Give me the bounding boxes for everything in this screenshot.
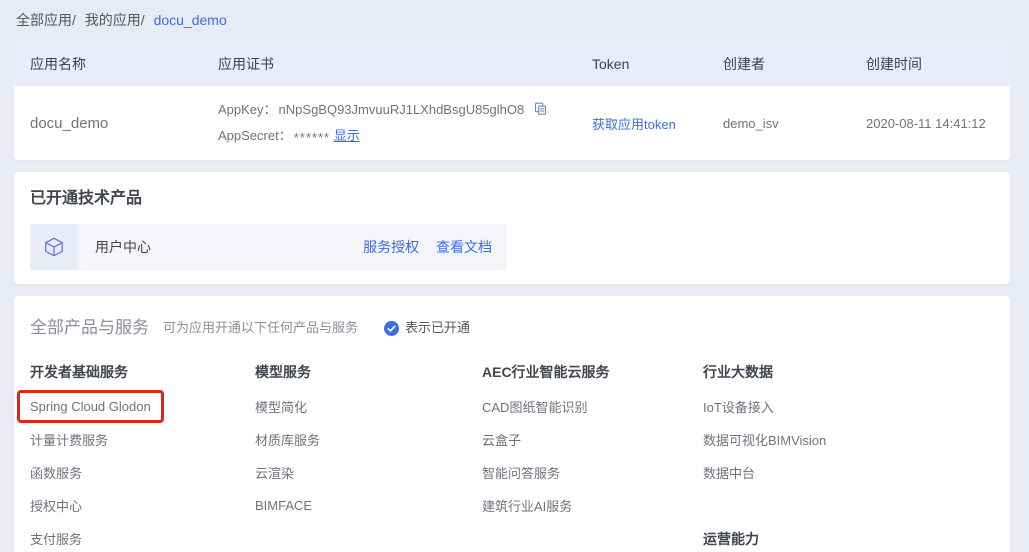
column-spacer bbox=[703, 489, 994, 522]
product-item-cloud-box[interactable]: 云盒子 bbox=[482, 423, 703, 456]
col-header-created-time: 创建时间 bbox=[866, 54, 994, 74]
product-item-model-simplify[interactable]: 模型简化 bbox=[255, 390, 482, 423]
copy-icon[interactable] bbox=[533, 100, 548, 124]
col-header-app-cert: 应用证书 bbox=[218, 54, 592, 74]
breadcrumb-my-apps[interactable]: 我的应用 bbox=[85, 12, 141, 28]
product-item-spring-cloud-glodon[interactable]: Spring Cloud Glodon bbox=[30, 390, 255, 423]
breadcrumb-all-apps[interactable]: 全部应用 bbox=[16, 12, 72, 28]
column-header-model-services: 模型服务 bbox=[255, 362, 482, 382]
product-item-bimface[interactable]: BIMFACE bbox=[255, 489, 482, 522]
product-item-cloud-render[interactable]: 云渲染 bbox=[255, 456, 482, 489]
col-header-creator: 创建者 bbox=[723, 54, 866, 74]
all-products-title: 全部产品与服务 bbox=[30, 316, 149, 340]
view-docs-link[interactable]: 查看文档 bbox=[436, 239, 492, 255]
appkey-label: AppKey： bbox=[218, 102, 277, 117]
table-header-row: 应用名称 应用证书 Token 创建者 创建时间 bbox=[14, 42, 1010, 86]
all-products-title-row: 全部产品与服务 可为应用开通以下任何产品与服务 表示已开通 bbox=[30, 316, 994, 340]
check-circle-icon bbox=[384, 321, 399, 336]
breadcrumb-separator: / bbox=[72, 12, 76, 28]
product-item-auth-center[interactable]: 授权中心 bbox=[30, 489, 255, 522]
product-column-industry-bigdata: 行业大数据 IoT设备接入 数据可视化BIMVision 数据中台 运营能力 bbox=[703, 362, 994, 552]
appsecret-label: AppSecret： bbox=[218, 128, 292, 143]
column-header-aec-cloud: AEC行业智能云服务 bbox=[482, 362, 703, 382]
breadcrumb: 全部应用/ 我的应用/ docu_demo bbox=[14, 10, 1010, 30]
activated-legend-label: 表示已开通 bbox=[405, 316, 470, 340]
appsecret-value: ****** bbox=[294, 130, 330, 145]
breadcrumb-separator: / bbox=[141, 12, 145, 28]
appsecret-line: AppSecret：****** 显示 bbox=[218, 124, 592, 148]
col-header-app-name: 应用名称 bbox=[30, 54, 218, 74]
product-item-qa-service[interactable]: 智能问答服务 bbox=[482, 456, 703, 489]
appkey-value: nNpSgBQ93JmvuuRJ1LXhdBsgU85glhO8 bbox=[279, 102, 525, 117]
product-item-bimvision[interactable]: 数据可视化BIMVision bbox=[703, 423, 994, 456]
cube-icon bbox=[30, 224, 78, 270]
red-annotation-box: Spring Cloud Glodon bbox=[17, 390, 164, 423]
product-item-iot-access[interactable]: IoT设备接入 bbox=[703, 390, 994, 423]
product-item-material-library[interactable]: 材质库服务 bbox=[255, 423, 482, 456]
service-auth-link[interactable]: 服务授权 bbox=[363, 239, 419, 255]
token-cell: 获取应用token bbox=[592, 114, 723, 133]
product-item-construction-ai[interactable]: 建筑行业AI服务 bbox=[482, 489, 703, 522]
app-cert-cell: AppKey：nNpSgBQ93JmvuuRJ1LXhdBsgU85glhO8 … bbox=[218, 98, 592, 148]
product-item-function-service[interactable]: 函数服务 bbox=[30, 456, 255, 489]
app-info-card: 应用名称 应用证书 Token 创建者 创建时间 docu_demo AppKe… bbox=[14, 42, 1010, 160]
app-name-cell: docu_demo bbox=[30, 115, 218, 132]
app-detail-page: 全部应用/ 我的应用/ docu_demo 应用名称 应用证书 Token 创建… bbox=[0, 0, 1029, 552]
user-center-row: 用户中心 服务授权 查看文档 bbox=[30, 224, 507, 270]
product-column-developer-basic: 开发者基础服务 Spring Cloud Glodon 计量计费服务 函数服务 … bbox=[30, 362, 255, 552]
activated-products-title: 已开通技术产品 bbox=[30, 188, 994, 210]
product-item-data-platform[interactable]: 数据中台 bbox=[703, 456, 994, 489]
creator-cell: demo_isv bbox=[723, 116, 866, 131]
product-name-user-center: 用户中心 bbox=[95, 237, 151, 257]
column-header-industry-bigdata: 行业大数据 bbox=[703, 362, 994, 382]
product-column-model-services: 模型服务 模型简化 材质库服务 云渲染 BIMFACE bbox=[255, 362, 482, 552]
column-header-operation-capability: 运营能力 bbox=[703, 522, 994, 552]
product-item-payment-service[interactable]: 支付服务 bbox=[30, 522, 255, 552]
column-header-developer-basic: 开发者基础服务 bbox=[30, 362, 255, 382]
appkey-line: AppKey：nNpSgBQ93JmvuuRJ1LXhdBsgU85glhO8 bbox=[218, 98, 592, 124]
col-header-token: Token bbox=[592, 56, 723, 72]
show-secret-link[interactable]: 显示 bbox=[334, 128, 360, 143]
product-item-cad-recognition[interactable]: CAD图纸智能识别 bbox=[482, 390, 703, 423]
all-products-subtitle: 可为应用开通以下任何产品与服务 bbox=[163, 316, 358, 340]
breadcrumb-current-app[interactable]: docu_demo bbox=[154, 12, 227, 28]
product-column-aec-cloud: AEC行业智能云服务 CAD图纸智能识别 云盒子 智能问答服务 建筑行业AI服务 bbox=[482, 362, 703, 552]
table-row: docu_demo AppKey：nNpSgBQ93JmvuuRJ1LXhdBs… bbox=[14, 86, 1010, 160]
get-token-link[interactable]: 获取应用token bbox=[592, 117, 676, 132]
product-item-metering-billing[interactable]: 计量计费服务 bbox=[30, 423, 255, 456]
created-time-cell: 2020-08-11 14:41:12 bbox=[866, 116, 994, 131]
products-grid: 开发者基础服务 Spring Cloud Glodon 计量计费服务 函数服务 … bbox=[30, 362, 994, 552]
all-products-card: 全部产品与服务 可为应用开通以下任何产品与服务 表示已开通 开发者基础服务 Sp… bbox=[14, 296, 1010, 552]
activated-products-card: 已开通技术产品 用户中心 服务授权 查看文档 bbox=[14, 172, 1010, 284]
product-row-links: 服务授权 查看文档 bbox=[363, 237, 507, 257]
